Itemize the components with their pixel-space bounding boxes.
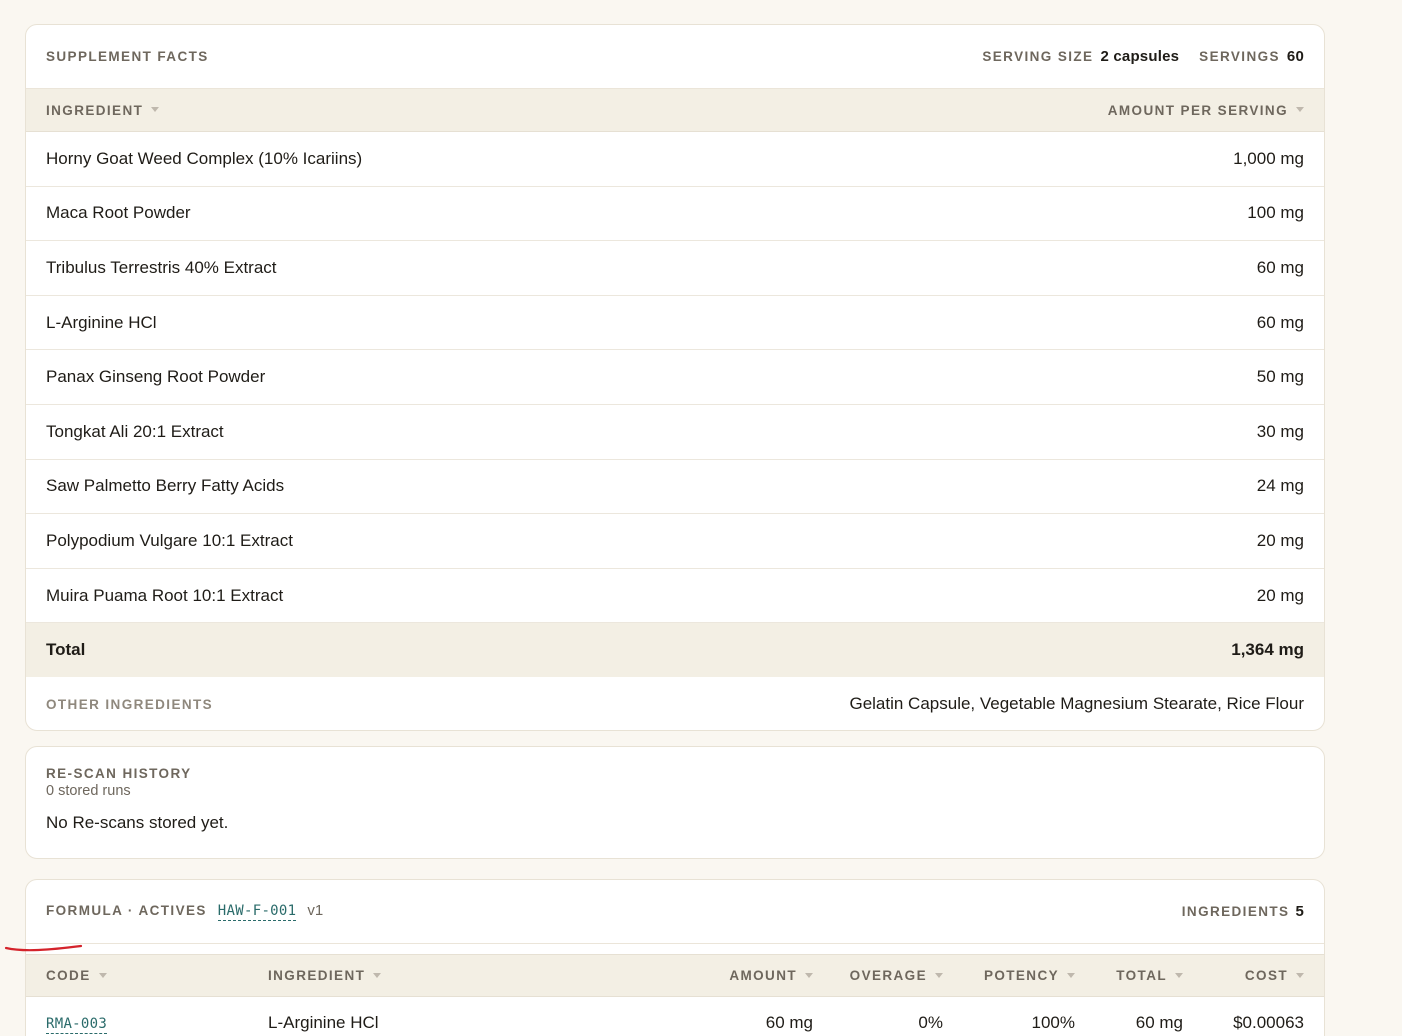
row-total: 60 mg	[1135, 1013, 1183, 1032]
table-row: RMA-003 L-Arginine HCl 60 mg 0% 100% 60 …	[26, 997, 1324, 1036]
row-potency: 100%	[1031, 1013, 1075, 1032]
serving-size-label: Serving Size	[982, 49, 1094, 64]
table-row: L-Arginine HCl 60 mg	[26, 296, 1324, 351]
servings-value: 60	[1286, 48, 1304, 65]
spacer	[26, 944, 1324, 954]
other-ingredients-value: Gelatin Capsule, Vegetable Magnesium Ste…	[849, 694, 1304, 714]
total-label: Total	[46, 640, 86, 660]
other-ingredients-row: Other Ingredients Gelatin Capsule, Veget…	[26, 677, 1324, 730]
formula-version: v1	[307, 902, 324, 919]
servings: Servings 60	[1199, 48, 1304, 65]
ingredients-count-value: 5	[1295, 903, 1304, 920]
column-header-amount[interactable]: Amount	[683, 968, 813, 983]
column-header-potency[interactable]: Potency	[943, 968, 1075, 983]
row-overage: 0%	[918, 1013, 943, 1032]
ingredient-name: Tribulus Terrestris 40% Extract	[46, 257, 277, 277]
ingredient-name: Polypodium Vulgare 10:1 Extract	[46, 530, 293, 550]
ingredient-name: Maca Root Powder	[46, 203, 191, 223]
formula-title: Formula · Actives	[46, 903, 207, 918]
column-header-ingredient[interactable]: Ingredient	[46, 103, 160, 118]
row-cost: $0.00063	[1233, 1013, 1304, 1032]
ingredient-amount: 60 mg	[1256, 257, 1304, 277]
column-header-ingredient[interactable]: Ingredient	[268, 968, 683, 983]
other-ingredients-label: Other Ingredients	[46, 696, 214, 712]
table-row: Panax Ginseng Root Powder 50 mg	[26, 350, 1324, 405]
total-row: Total 1,364 mg	[26, 623, 1324, 678]
column-header-overage[interactable]: Overage	[813, 968, 943, 983]
ingredient-amount: 50 mg	[1256, 367, 1304, 387]
ingredient-name: Saw Palmetto Berry Fatty Acids	[46, 476, 285, 496]
supplement-facts-header: Supplement Facts Serving Size 2 capsules…	[26, 25, 1324, 89]
rescan-history-card: Re-scan History 0 stored runs No Re-scan…	[25, 746, 1325, 859]
rescan-history-title: Re-scan History	[46, 766, 192, 781]
ingredient-amount: 20 mg	[1256, 530, 1304, 550]
table-row: Horny Goat Weed Complex (10% Icariins) 1…	[26, 132, 1324, 187]
table-row: Muira Puama Root 10:1 Extract 20 mg	[26, 569, 1324, 624]
column-header-cost[interactable]: Cost	[1183, 968, 1304, 983]
serving-size: Serving Size 2 capsules	[982, 48, 1179, 65]
total-value: 1,364 mg	[1231, 640, 1304, 660]
red-pen-mark	[4, 944, 83, 952]
formula-card: Formula · Actives HAW-F-001 v1 Ingredien…	[25, 879, 1325, 1036]
ingredient-amount: 100 mg	[1247, 203, 1304, 223]
row-amount: 60 mg	[765, 1013, 813, 1032]
table-row: Tongkat Ali 20:1 Extract 30 mg	[26, 405, 1324, 460]
rescan-empty-message: No Re-scans stored yet.	[46, 813, 229, 832]
ingredient-name: Tongkat Ali 20:1 Extract	[46, 421, 224, 441]
sort-caret-icon	[1067, 972, 1075, 978]
ingredient-amount: 1,000 mg	[1233, 148, 1304, 168]
supplement-facts-title: Supplement Facts	[46, 49, 209, 64]
ingredients-count-label: Ingredients	[1181, 904, 1290, 919]
formula-title-group: Formula · Actives HAW-F-001 v1	[46, 902, 323, 921]
column-header-amount[interactable]: Amount Per Serving	[1108, 103, 1304, 118]
ingredient-amount: 24 mg	[1256, 476, 1304, 496]
sort-caret-icon	[935, 972, 943, 978]
serving-size-value: 2 capsules	[1100, 48, 1180, 65]
ingredient-amount: 30 mg	[1256, 421, 1304, 441]
column-header-total[interactable]: Total	[1075, 968, 1183, 983]
ingredient-amount: 20 mg	[1256, 585, 1304, 605]
ingredient-name: L-Arginine HCl	[46, 312, 157, 332]
serving-meta: Serving Size 2 capsules Servings 60	[982, 48, 1304, 65]
column-header-code[interactable]: Code	[46, 968, 268, 983]
ingredient-name: Muira Puama Root 10:1 Extract	[46, 585, 284, 605]
ingredient-code-link[interactable]: RMA-003	[46, 1016, 108, 1034]
row-code-cell: RMA-003	[46, 1013, 268, 1034]
supplement-facts-card: Supplement Facts Serving Size 2 capsules…	[25, 24, 1325, 731]
table-row: Maca Root Powder 100 mg	[26, 187, 1324, 242]
formula-header: Formula · Actives HAW-F-001 v1 Ingredien…	[26, 880, 1324, 944]
sort-caret-icon	[151, 107, 160, 113]
table-row: Tribulus Terrestris 40% Extract 60 mg	[26, 241, 1324, 296]
ingredient-amount: 60 mg	[1256, 312, 1304, 332]
ingredient-name: Panax Ginseng Root Powder	[46, 367, 266, 387]
sort-caret-icon	[1296, 107, 1304, 113]
formula-table-header: Code Ingredient Amount Overage Potency T…	[26, 954, 1324, 997]
ingredients-count: Ingredients 5	[1182, 903, 1304, 920]
facts-table-header: Ingredient Amount Per Serving	[26, 89, 1324, 132]
sort-caret-icon	[373, 972, 382, 978]
formula-code-link[interactable]: HAW-F-001	[217, 903, 297, 921]
table-row: Saw Palmetto Berry Fatty Acids 24 mg	[26, 460, 1324, 515]
row-ingredient: L-Arginine HCl	[268, 1013, 379, 1032]
facts-table-body: Horny Goat Weed Complex (10% Icariins) 1…	[26, 132, 1324, 730]
sort-caret-icon	[98, 972, 107, 978]
sort-caret-icon	[1296, 972, 1304, 978]
ingredient-name: Horny Goat Weed Complex (10% Icariins)	[46, 148, 363, 168]
rescan-count: 0 stored runs	[46, 783, 131, 799]
sort-caret-icon	[805, 972, 813, 978]
servings-label: Servings	[1199, 49, 1280, 64]
sort-caret-icon	[1175, 972, 1183, 978]
table-row: Polypodium Vulgare 10:1 Extract 20 mg	[26, 514, 1324, 569]
